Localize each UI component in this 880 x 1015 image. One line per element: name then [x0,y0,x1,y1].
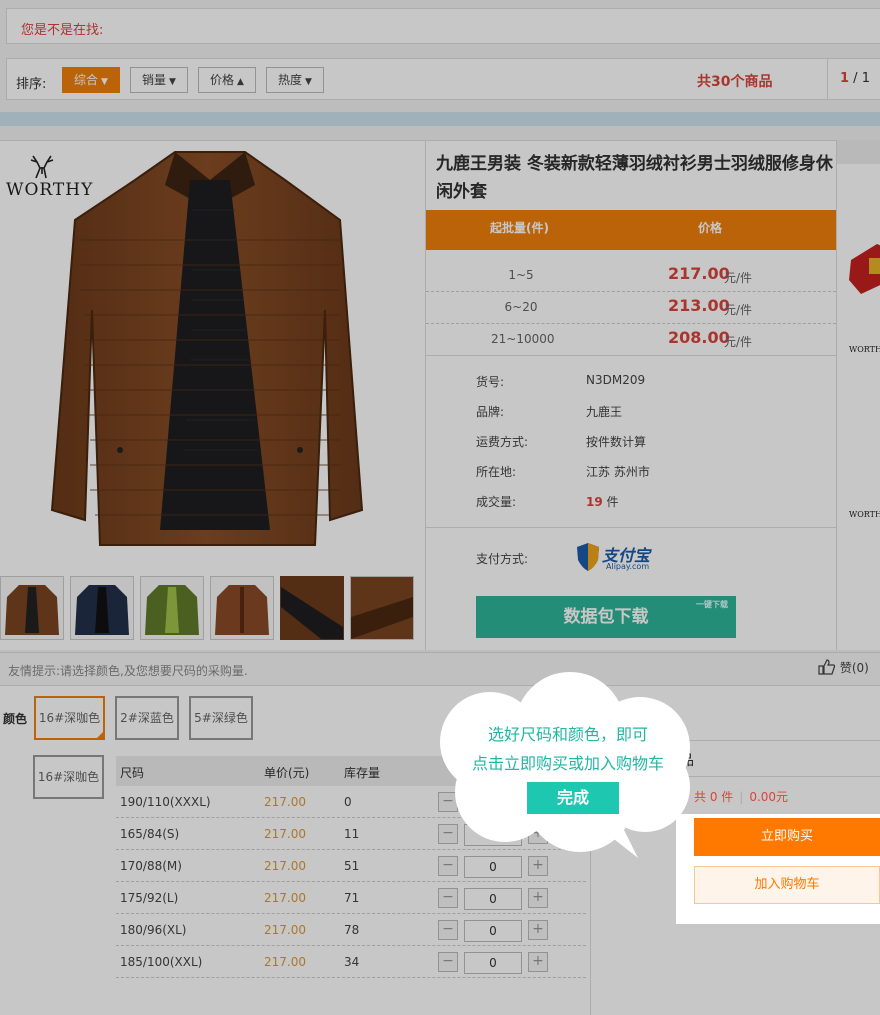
done-button[interactable]: 完成 [527,782,619,814]
cart-summary: 共 0 件 | 0.00元 [694,788,788,805]
guide-tooltip-text: 选好尺码和颜色，即可 点击立即购买或加入购物车 [450,720,686,778]
guide-line-2: 点击立即购买或加入购物车 [471,754,664,773]
cart-amount: 0.00元 [749,790,789,804]
add-to-cart-button[interactable]: 加入购物车 [694,866,880,904]
buy-now-button[interactable]: 立即购买 [694,818,880,856]
summary-separator: | [739,790,744,804]
guide-line-1: 选好尺码和颜色，即可 [487,725,648,744]
